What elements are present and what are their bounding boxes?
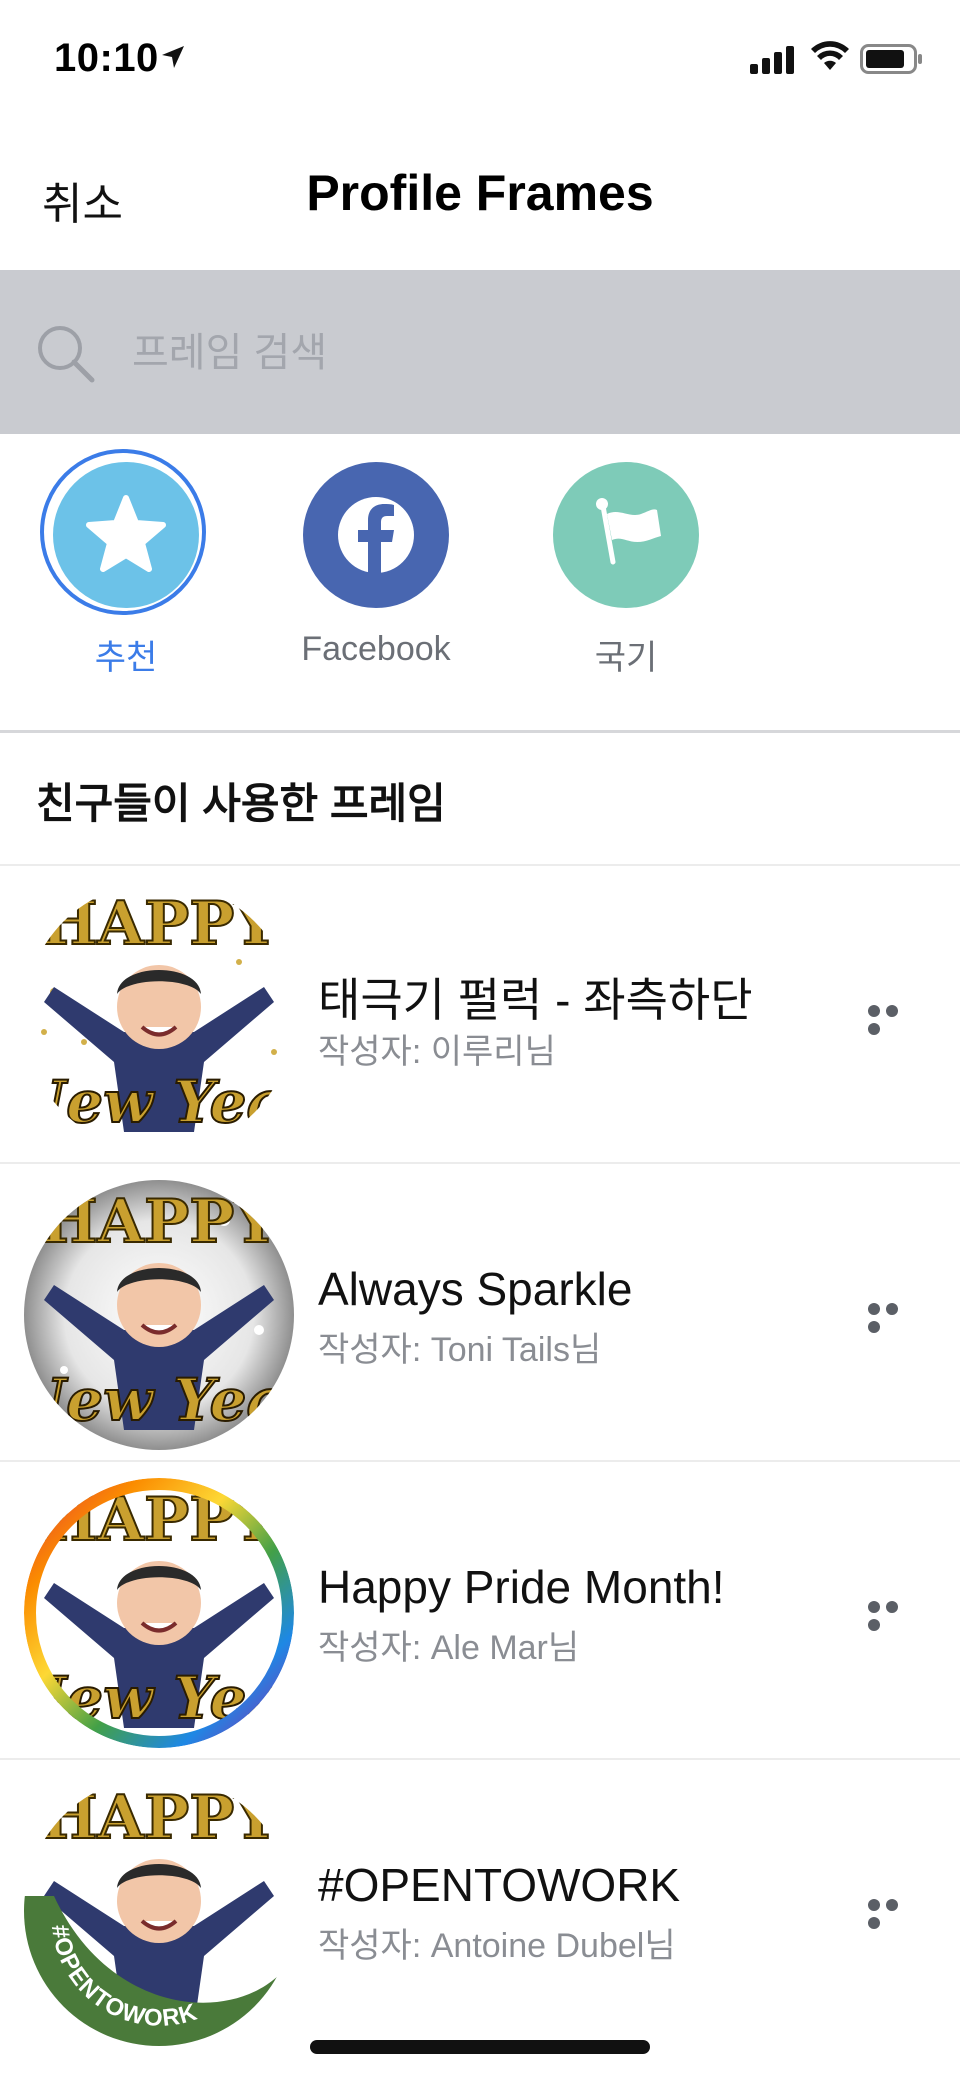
category-label: 추천	[94, 639, 158, 677]
nav-bar: 취소 Profile Frames	[0, 120, 960, 270]
frame-thumbnail: HAPPY New Year	[24, 1478, 294, 1748]
frame-row[interactable]: HAPPY New Year Happy Pride Month! 작성자: A…	[0, 1460, 960, 1758]
search-icon	[38, 326, 95, 383]
frame-author: 작성자: Toni Tails님	[318, 1331, 602, 1369]
category-label: 국기	[594, 639, 658, 677]
flag-icon	[596, 498, 661, 565]
more-options-button[interactable]	[868, 1898, 920, 1929]
section-title: 친구들이 사용한 프레임	[36, 780, 446, 827]
category-facebook[interactable]: Facebook	[276, 462, 476, 669]
wifi-icon	[811, 41, 849, 70]
category-recommended-circle	[40, 449, 206, 615]
category-flags-circle	[553, 462, 699, 608]
frame-author: 작성자: 이루리님	[318, 1033, 556, 1071]
frame-row[interactable]: HAPPY #OPENTOWORK #OPENTOWORK 작성자: Antoi…	[0, 1758, 960, 2056]
frame-author: 작성자: Antoine Dubel님	[318, 1927, 676, 1965]
thumbnail-happy-text: HAPPY	[41, 1783, 278, 1853]
frame-thumbnail: HAPPY New Year	[24, 1180, 294, 1450]
thumbnail-newyear-text: New Year	[24, 1366, 294, 1434]
page-title: Profile Frames	[306, 165, 654, 221]
battery-icon	[860, 44, 922, 74]
home-indicator	[310, 2040, 650, 2054]
status-bar: 10:10	[0, 0, 960, 120]
frame-title: Happy Pride Month!	[318, 1561, 725, 1613]
search-bar	[0, 270, 960, 434]
frame-author: 작성자: Ale Mar님	[318, 1629, 580, 1667]
more-options-button[interactable]	[868, 1302, 920, 1333]
category-recommended[interactable]: 추천	[26, 449, 226, 679]
frame-row[interactable]: HAPPY New Year Always Sparkle 작성자: Toni …	[0, 1162, 960, 1460]
status-time: 10:10	[54, 36, 159, 80]
category-selector: 추천 Facebook 국기	[0, 434, 960, 733]
frame-title: 태극기 펄럭 - 좌측하단	[318, 974, 753, 1026]
frame-thumbnail: HAPPY #OPENTOWORK	[24, 1776, 294, 2046]
cellular-signal-icon	[750, 46, 794, 74]
more-options-button[interactable]	[868, 1600, 920, 1631]
category-flags[interactable]: 국기	[526, 462, 726, 679]
thumbnail-happy-text: HAPPY	[41, 1187, 278, 1257]
facebook-icon	[338, 497, 414, 574]
thumbnail-happy-text: HAPPY	[41, 889, 278, 959]
location-arrow-icon	[162, 46, 184, 68]
category-label: Facebook	[301, 630, 451, 668]
frame-thumbnail: HAPPY New Year	[24, 882, 294, 1152]
frame-title: #OPENTOWORK	[318, 1859, 681, 1911]
more-options-button[interactable]	[868, 1004, 920, 1035]
search-input[interactable]	[130, 310, 914, 396]
category-facebook-circle	[303, 462, 449, 608]
frame-row[interactable]: HAPPY New Year 태극기 펄럭 - 좌측하단 작성자: 이루리님	[0, 864, 960, 1162]
frame-list: HAPPY New Year 태극기 펄럭 - 좌측하단 작성자: 이루리님	[0, 864, 960, 2056]
frame-title: Always Sparkle	[318, 1263, 633, 1315]
thumbnail-newyear-text: New Year	[24, 1068, 294, 1136]
star-icon	[86, 495, 166, 572]
